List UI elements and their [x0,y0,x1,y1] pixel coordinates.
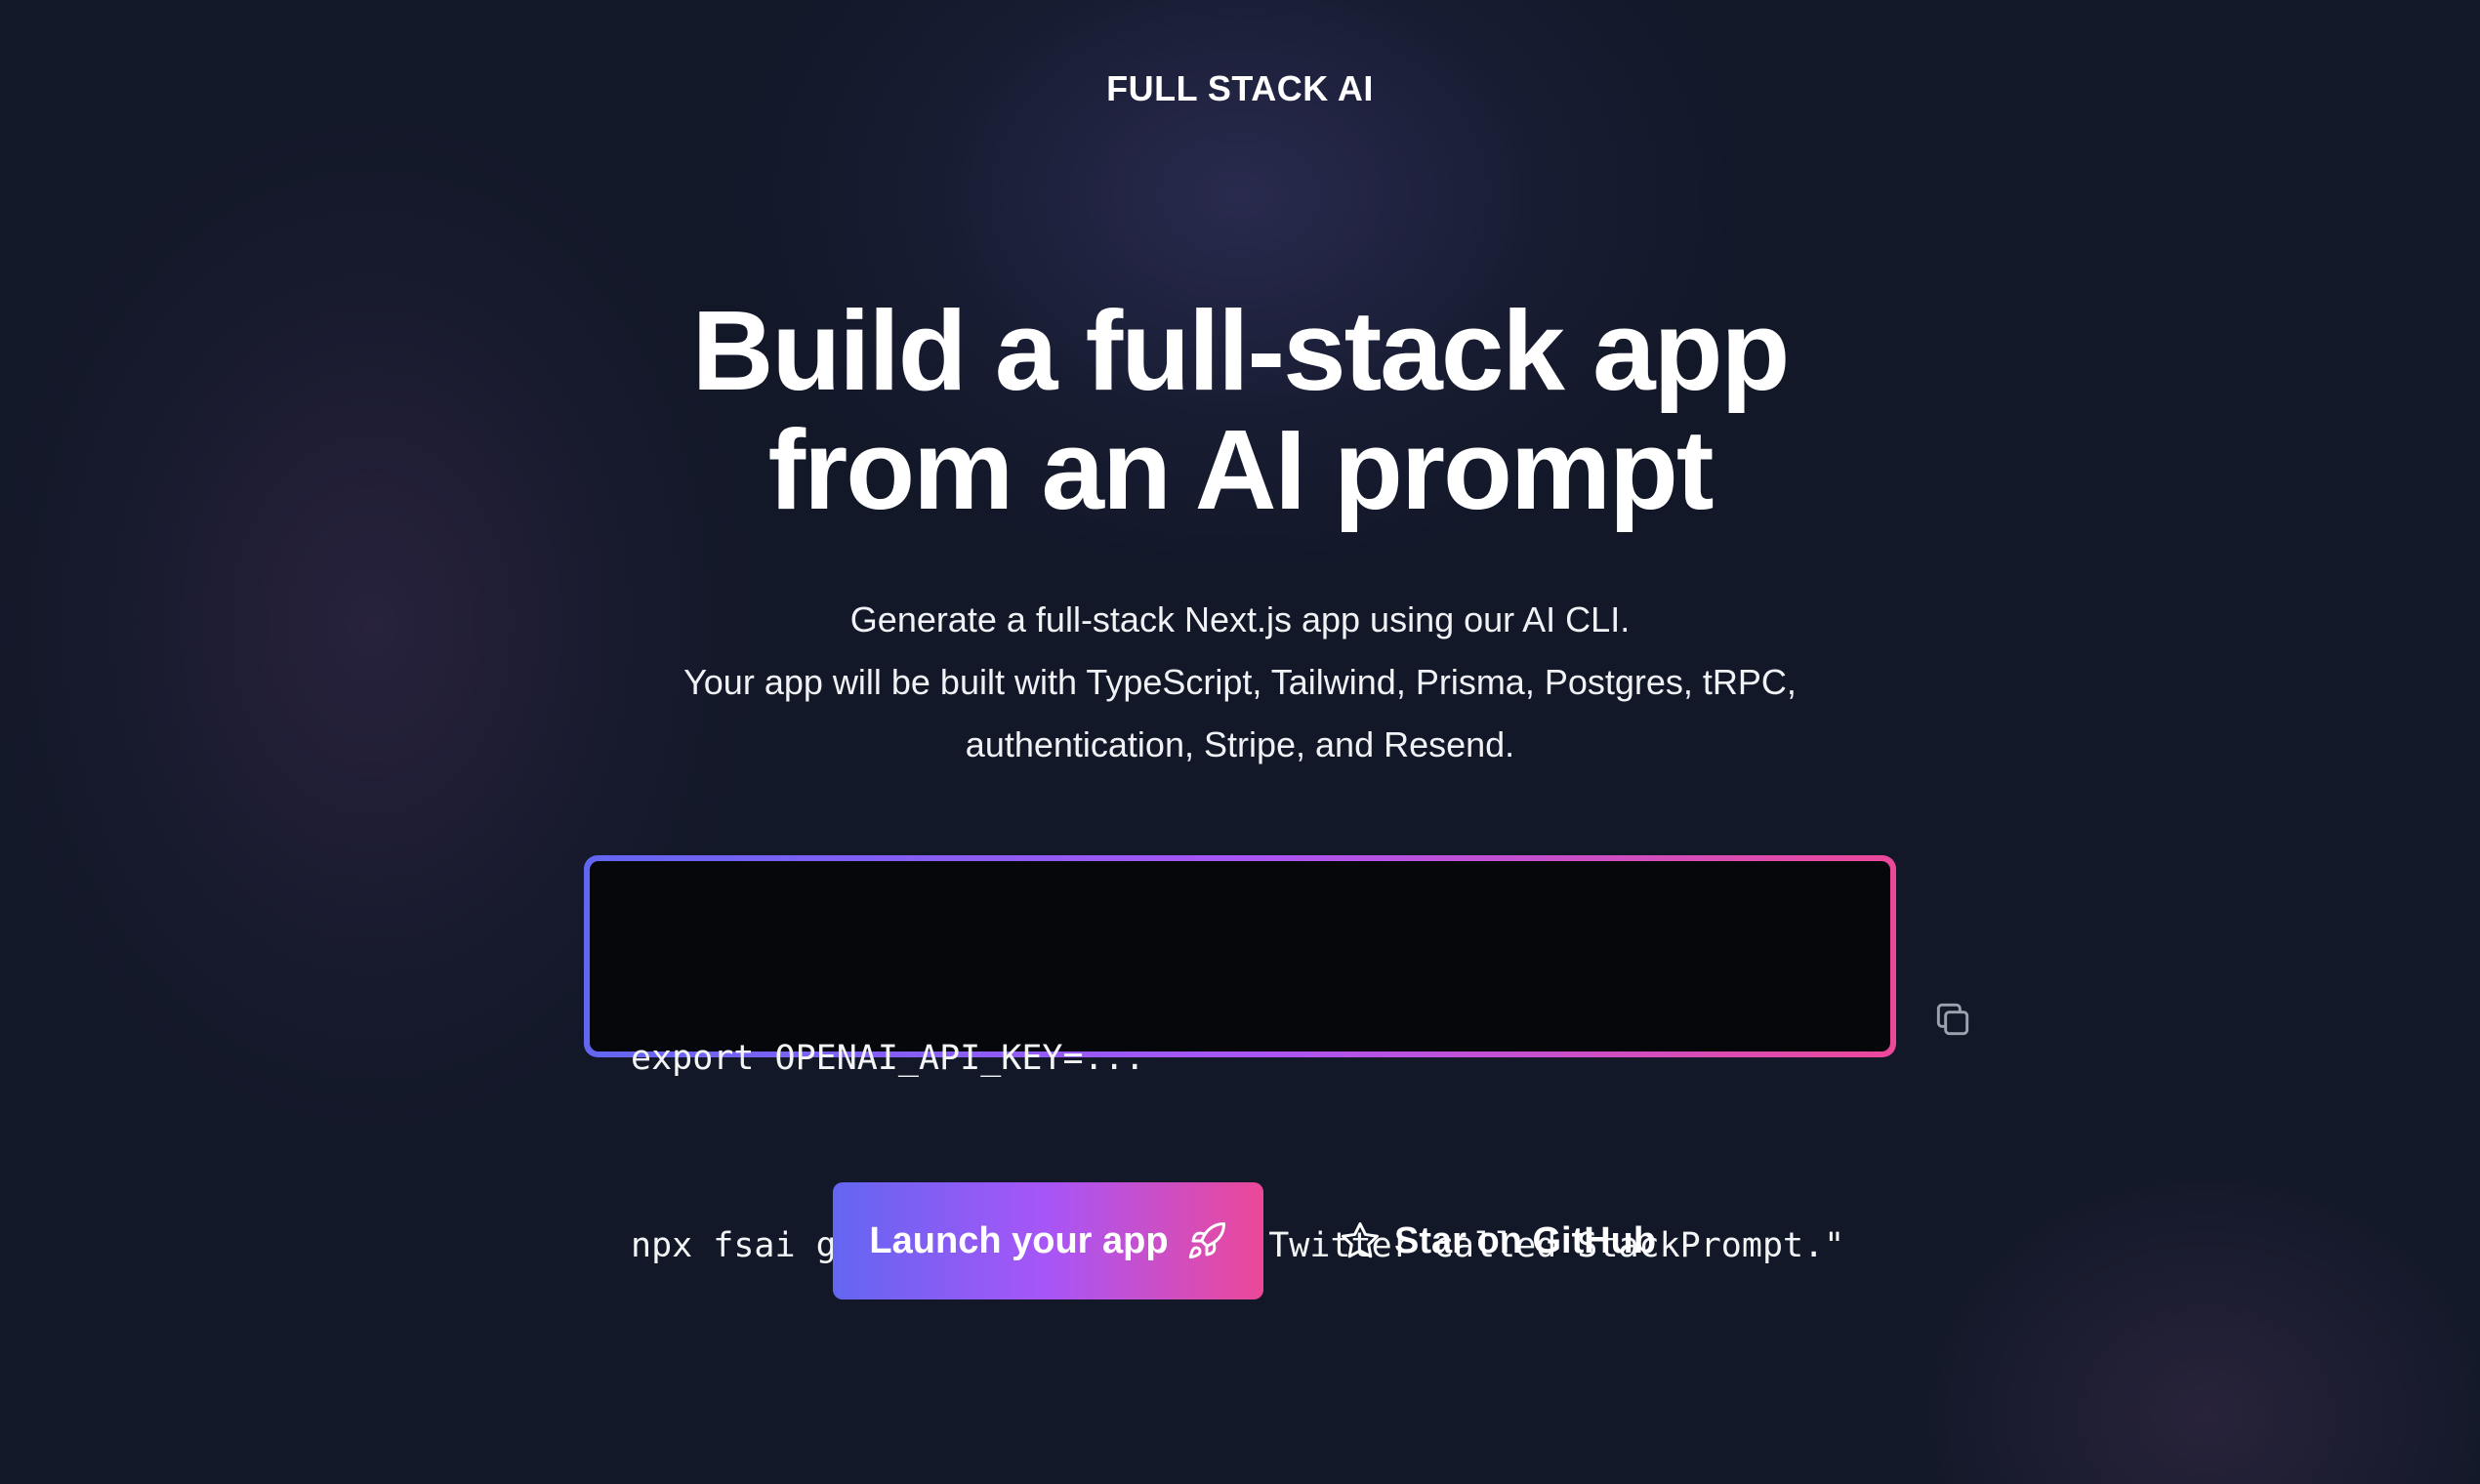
code-snippet-frame: export OPENAI_API_KEY=... npx fsai gen "… [584,855,1969,1265]
launch-app-label: Launch your app [869,1219,1169,1261]
rocket-icon [1186,1220,1227,1261]
copy-icon [1937,1003,1969,1036]
hero-description: Generate a full-stack Next.js app using … [0,589,2480,776]
code-snippet[interactable]: export OPENAI_API_KEY=... npx fsai gen "… [590,861,1969,1265]
launch-app-button[interactable]: Launch your app [833,1182,1263,1299]
brand-logo-text[interactable]: FULL STACK AI [0,68,2480,109]
page-title: Build a full-stack app from an AI prompt [0,291,2480,529]
hero-actions: Launch your app Star on GitHub [833,1182,1656,1299]
description-line-2: Your app will be built with TypeScript, … [683,662,1797,702]
headline-line-2: from an AI prompt [767,406,1714,533]
description-line-3: authentication, Stripe, and Resend. [965,724,1515,764]
copy-button[interactable] [1808,935,1969,1036]
headline-line-1: Build a full-stack app [691,287,1791,414]
star-on-github-link[interactable]: Star on GitHub [1340,1220,1656,1262]
star-icon [1340,1220,1381,1261]
code-line-1: export OPENAI_API_KEY=... [631,1039,1145,1078]
star-on-github-label: Star on GitHub [1394,1219,1657,1261]
description-line-1: Generate a full-stack Next.js app using … [849,599,1631,639]
